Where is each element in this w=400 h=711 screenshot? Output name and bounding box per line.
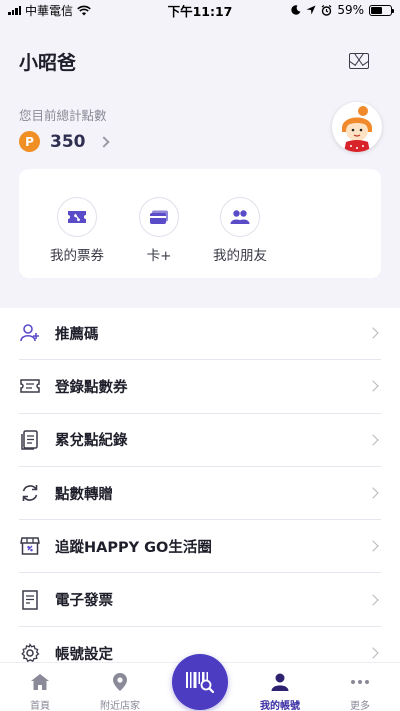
- account-header: 小昭爸 您目前總計點數 P 350 我的票券 卡+ 我的朋友: [0, 20, 400, 308]
- home-icon: [28, 671, 52, 693]
- chevron-right-icon: [367, 380, 379, 393]
- record-icon: [19, 429, 41, 451]
- location-pin-icon: [108, 671, 132, 693]
- menu-label: 追蹤HAPPY GO生活圈: [55, 539, 212, 556]
- quick-action-label: 我的朋友: [213, 248, 267, 264]
- avatar-girl-icon: [342, 106, 372, 152]
- chevron-right-icon: [367, 327, 379, 339]
- quick-action-friends[interactable]: 我的朋友: [200, 169, 280, 278]
- battery-percent: 59%: [337, 3, 364, 17]
- wifi-icon: [77, 5, 91, 15]
- tab-label: 附近店家: [100, 701, 140, 711]
- transfer-icon: [19, 482, 41, 504]
- menu-item-points-history[interactable]: 累兌點紀錄: [19, 414, 381, 467]
- alarm-icon: [321, 4, 332, 16]
- menu-item-e-invoice[interactable]: 電子發票: [19, 573, 381, 627]
- status-right: 59%: [291, 3, 394, 17]
- menu-label: 推薦碼: [55, 326, 99, 343]
- scan-barcode-button[interactable]: [172, 654, 228, 710]
- battery-icon: [369, 4, 394, 16]
- quick-action-card-plus[interactable]: 卡+: [119, 169, 199, 278]
- add-user-icon: [19, 322, 41, 344]
- tab-my-account[interactable]: 我的帳號: [240, 663, 320, 711]
- points-summary[interactable]: P 350: [19, 131, 110, 152]
- menu-label: 累兌點紀錄: [55, 433, 128, 450]
- chevron-right-icon: [367, 487, 379, 499]
- avatar[interactable]: [332, 102, 382, 152]
- account-menu: 推薦碼 登錄點數券 累兌點紀錄 點數轉贈 追蹤HAPPY GO生活圈 電子發票: [0, 307, 400, 680]
- quick-action-label: 卡+: [146, 248, 172, 264]
- status-bar: 中華電信 下午11:17 59%: [0, 0, 400, 20]
- barcode-scan-icon: [186, 672, 215, 694]
- status-left: 中華電信: [8, 2, 91, 19]
- invoice-icon: [19, 589, 41, 611]
- chevron-right-icon: [367, 434, 379, 446]
- tab-label: 首頁: [30, 701, 50, 711]
- chevron-right-icon: [367, 593, 379, 606]
- tab-label: 我的帳號: [260, 701, 300, 711]
- points-badge-icon: P: [19, 131, 40, 152]
- mail-icon[interactable]: [349, 53, 369, 69]
- tab-label: 更多: [350, 701, 370, 711]
- quick-actions-card: 我的票券 卡+ 我的朋友: [19, 169, 381, 278]
- user-name: 小昭爸: [19, 52, 77, 74]
- points-value: 350: [50, 131, 86, 152]
- card-icon: [139, 197, 179, 237]
- chevron-right-icon: [367, 647, 379, 660]
- tab-nearby-stores[interactable]: 附近店家: [80, 663, 160, 711]
- signal-icon: [8, 5, 21, 15]
- tab-home[interactable]: 首頁: [0, 663, 80, 711]
- friends-icon: [220, 197, 260, 237]
- moon-icon: [291, 5, 301, 15]
- menu-label: 電子發票: [55, 593, 113, 610]
- quick-action-label: 我的票券: [50, 248, 104, 264]
- menu-item-follow-happygo[interactable]: 追蹤HAPPY GO生活圈: [19, 520, 381, 574]
- chevron-right-icon: [97, 135, 110, 148]
- person-icon: [268, 671, 292, 693]
- battery-fill: [371, 6, 383, 14]
- menu-item-referral-code[interactable]: 推薦碼: [19, 307, 381, 361]
- coupon-icon: [19, 375, 41, 397]
- quick-action-tickets[interactable]: 我的票券: [37, 169, 117, 278]
- menu-label: 登錄點數券: [55, 379, 128, 396]
- ticket-icon: [57, 197, 97, 237]
- more-dots-icon: [348, 671, 372, 693]
- carrier-name: 中華電信: [25, 3, 74, 18]
- chevron-right-icon: [367, 540, 379, 552]
- points-label: 您目前總計點數: [19, 108, 107, 123]
- menu-item-register-coupon[interactable]: 登錄點數券: [19, 360, 381, 414]
- store-icon: [19, 535, 41, 557]
- location-arrow-icon: [306, 5, 316, 15]
- menu-item-points-transfer[interactable]: 點數轉贈: [19, 467, 381, 521]
- menu-label: 點數轉贈: [55, 486, 113, 503]
- tab-more[interactable]: 更多: [320, 663, 400, 711]
